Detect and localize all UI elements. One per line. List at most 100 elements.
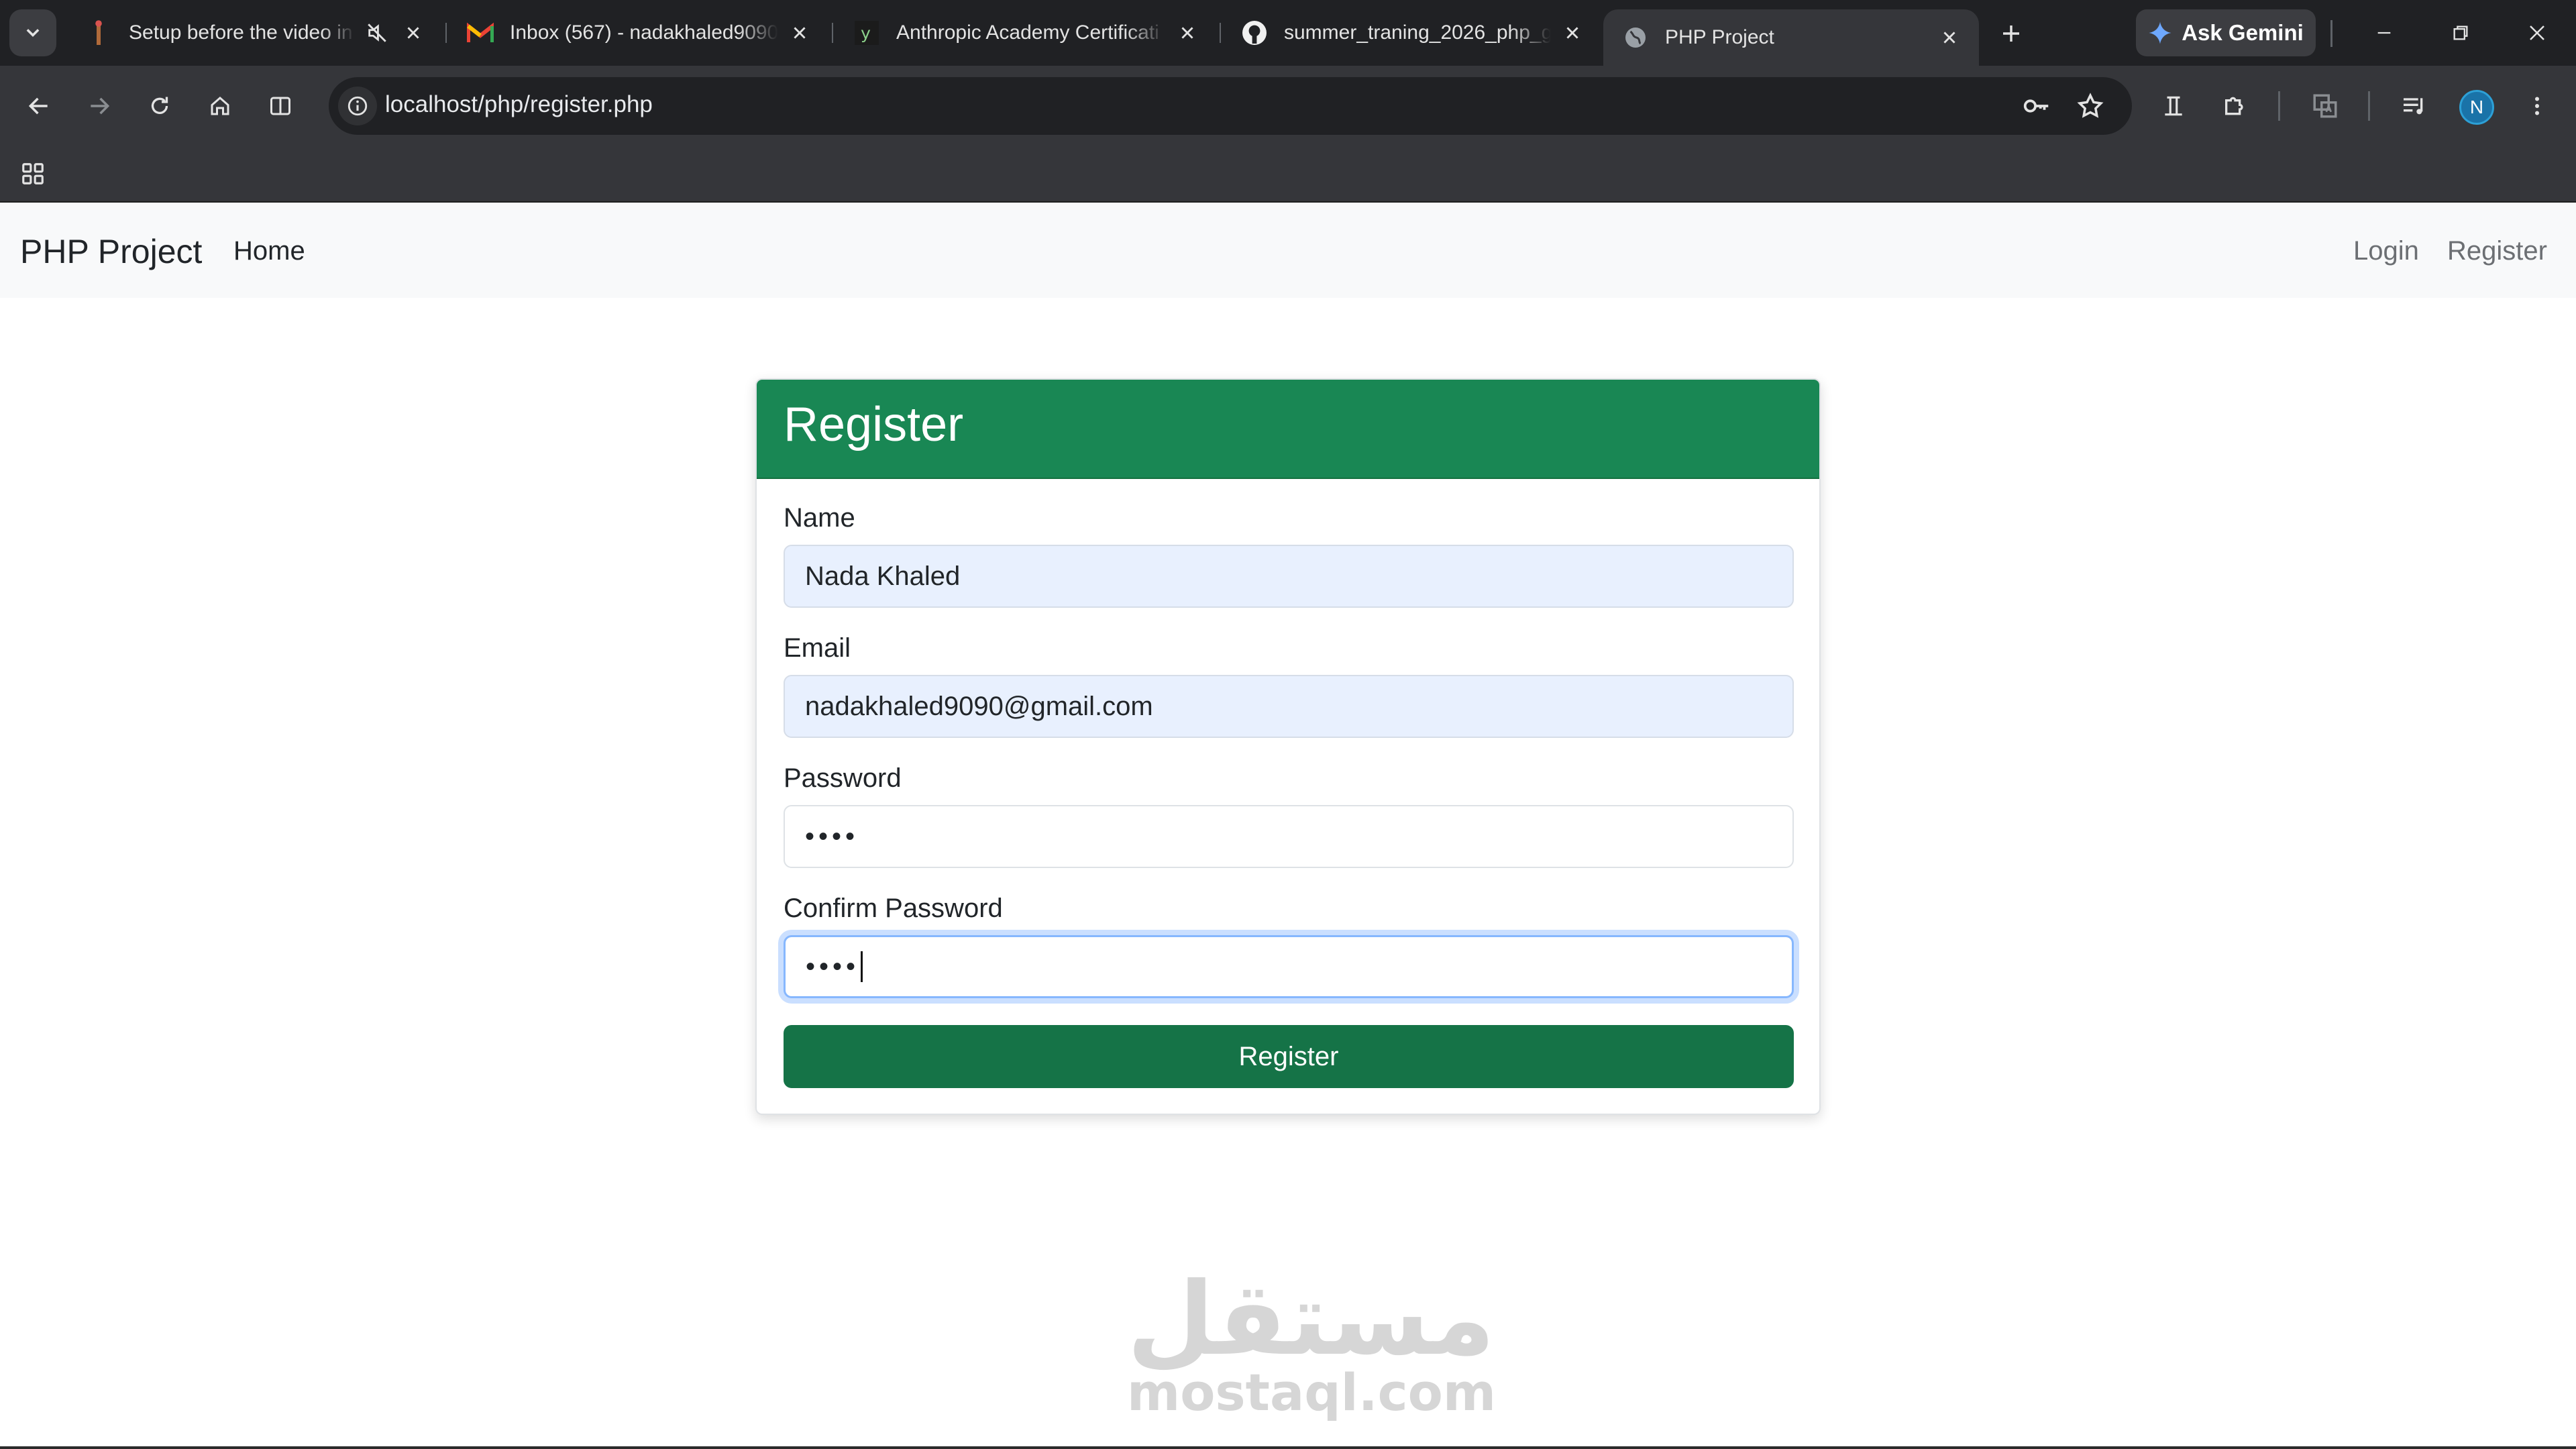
tab-title: Inbox (567) - nadakhaled9090 <box>510 21 778 44</box>
close-icon <box>2530 25 2544 40</box>
profile-avatar[interactable]: N <box>2459 90 2494 125</box>
password-input[interactable]: •••• <box>784 805 1794 868</box>
forward-button[interactable] <box>78 85 121 127</box>
register-submit-button[interactable]: Register <box>784 1025 1794 1088</box>
forward-arrow-icon <box>91 97 110 115</box>
email-value: nadakhaled9090@gmail.com <box>805 691 1153 721</box>
tab-separator <box>445 23 447 43</box>
password-mask: •••• <box>805 821 859 851</box>
tab-title: PHP Project <box>1665 26 1774 48</box>
tab-separator <box>832 23 833 43</box>
tab-title: Anthropic Academy Certificati <box>896 21 1159 44</box>
address-bar[interactable]: localhost/php/register.php <box>329 77 2132 135</box>
register-card: Register Name Nada Khaled Email nadakhal… <box>755 378 1821 1115</box>
new-tab-button[interactable] <box>1992 15 2030 52</box>
reload-icon <box>151 97 168 114</box>
home-icon <box>211 97 229 115</box>
close-window-button[interactable] <box>2504 9 2571 56</box>
plus-icon <box>2003 25 2019 42</box>
tab-title: Setup before the video in <box>129 21 353 44</box>
minimize-button[interactable] <box>2351 9 2418 56</box>
email-input[interactable]: nadakhaled9090@gmail.com <box>784 675 1794 738</box>
email-label: Email <box>784 633 851 663</box>
watermark-latin: mostaql.com <box>1127 1362 1497 1422</box>
video-tab-icon <box>86 19 113 46</box>
bookmarks-bar <box>0 146 2576 203</box>
svg-text:y: y <box>861 23 871 43</box>
y-icon: y <box>853 19 880 46</box>
back-arrow-icon <box>28 97 48 115</box>
tab-separator <box>1220 23 1221 43</box>
password-key-button[interactable] <box>2015 85 2058 127</box>
tab-gmail-inbox[interactable]: Inbox (567) - nadakhaled9090 <box>448 9 829 56</box>
translate-button[interactable] <box>2304 85 2347 127</box>
extensions-button[interactable] <box>2214 85 2257 127</box>
browser-menu-button[interactable] <box>2516 85 2559 127</box>
globe-icon <box>1622 24 1649 51</box>
name-value: Nada Khaled <box>805 561 961 591</box>
close-tab-icon[interactable] <box>398 18 428 48</box>
browser-toolbar: localhost/php/register.php <box>0 66 2576 146</box>
nav-register-link[interactable]: Register <box>2447 236 2547 266</box>
apps-grid-icon <box>22 163 44 184</box>
key-icon <box>2023 99 2049 113</box>
info-icon <box>347 96 368 116</box>
restore-button[interactable] <box>2427 9 2494 56</box>
brand-link[interactable]: PHP Project <box>20 232 202 271</box>
watermark-arabic: مستقل <box>1127 1261 1495 1378</box>
tab-github-repo[interactable]: summer_traning_2026_php_g <box>1222 9 1602 56</box>
minimize-icon <box>2377 32 2391 34</box>
name-label: Name <box>784 503 855 533</box>
gmail-icon <box>467 19 494 46</box>
site-info-button[interactable] <box>338 87 377 125</box>
github-icon <box>1241 19 1268 46</box>
strip-separator <box>2330 20 2332 47</box>
bookmark-star-button[interactable] <box>2069 85 2112 127</box>
reading-mode-icon <box>2165 96 2182 116</box>
web-page: PHP Project Home Login Register Register… <box>0 203 2576 1449</box>
mute-icon[interactable] <box>362 18 392 48</box>
close-tab-icon[interactable] <box>1935 23 1964 52</box>
confirm-password-label: Confirm Password <box>784 894 1003 923</box>
more-vertical-icon <box>2535 97 2539 115</box>
star-icon <box>2077 93 2104 118</box>
text-caret <box>861 951 863 982</box>
reading-mode-button[interactable] <box>2152 85 2195 127</box>
close-tab-icon[interactable] <box>785 18 814 48</box>
name-input[interactable]: Nada Khaled <box>784 545 1794 608</box>
queue-music-icon <box>2404 98 2423 115</box>
back-button[interactable] <box>17 85 60 127</box>
gemini-sparkle-icon <box>2149 21 2171 44</box>
confirm-password-input[interactable]: •••• <box>784 935 1794 998</box>
split-view-button[interactable] <box>259 85 302 127</box>
tab-search-button[interactable] <box>9 9 56 56</box>
tab-anthropic-academy[interactable]: y Anthropic Academy Certificati <box>835 9 1217 56</box>
tab-php-project[interactable]: PHP Project <box>1603 9 1979 66</box>
tab-strip: Setup before the video in Inbox (567) - … <box>0 0 2576 66</box>
apps-button[interactable] <box>15 156 51 192</box>
tab-setup-video[interactable]: Setup before the video in <box>67 9 443 56</box>
mostaql-watermark: مستقل mostaql.com <box>1127 1261 1497 1422</box>
card-header: Register <box>757 380 1819 479</box>
nav-home-link[interactable]: Home <box>233 236 305 266</box>
close-tab-icon[interactable] <box>1173 18 1202 48</box>
toolbar-separator <box>2278 91 2280 121</box>
ask-gemini-button[interactable]: Ask Gemini <box>2136 9 2316 56</box>
chevron-down-icon <box>26 29 40 37</box>
reload-button[interactable] <box>138 85 181 127</box>
url-text[interactable]: localhost/php/register.php <box>385 91 653 118</box>
card-title: Register <box>784 398 964 451</box>
nav-login-link[interactable]: Login <box>2353 236 2419 266</box>
tab-title: summer_traning_2026_php_g <box>1284 21 1551 44</box>
media-controls-button[interactable] <box>2392 85 2435 127</box>
restore-icon <box>2453 25 2468 40</box>
toolbar-separator <box>2368 91 2370 121</box>
home-button[interactable] <box>199 85 241 127</box>
close-tab-icon[interactable] <box>1558 18 1587 48</box>
translate-icon <box>2313 94 2337 118</box>
password-label: Password <box>784 763 902 793</box>
puzzle-icon <box>2225 97 2243 115</box>
split-view-icon <box>270 97 290 115</box>
site-navbar: PHP Project Home Login Register <box>0 203 2576 298</box>
ask-gemini-label: Ask Gemini <box>2182 20 2304 45</box>
